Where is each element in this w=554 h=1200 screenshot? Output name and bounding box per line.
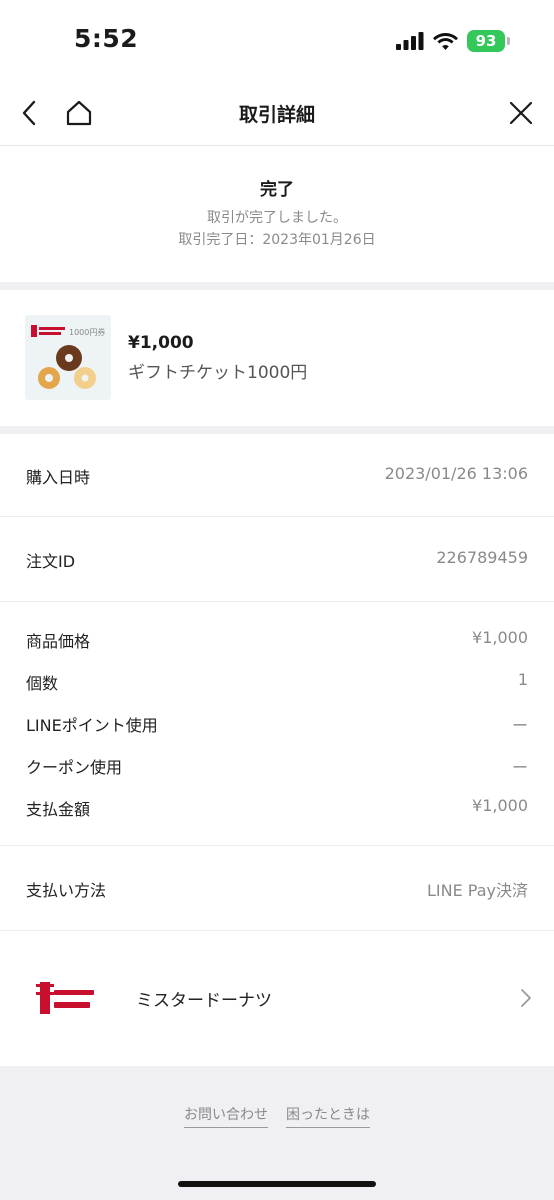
item-price-value: ¥1,000 — [472, 628, 528, 647]
mister-donut-logo — [36, 982, 94, 1014]
product-name: ギフトチケット1000円 — [128, 363, 308, 383]
row-value: 226789459 — [436, 548, 528, 567]
item-price-label: 商品価格 — [26, 632, 91, 651]
row-label: 支払い方法 — [26, 881, 107, 900]
footer-links: お問い合わせ 困ったときは — [0, 1104, 554, 1128]
line-points-label: LINEポイント使用 — [26, 716, 158, 735]
total-value: ¥1,000 — [472, 796, 528, 815]
status-icons: 93 — [396, 28, 510, 54]
store-name: ミスタードーナツ — [136, 991, 272, 1011]
contact-link[interactable]: お問い合わせ — [184, 1104, 268, 1128]
close-button[interactable] — [504, 96, 538, 130]
order-id-row: 注文ID 226789459 — [0, 517, 554, 601]
footer: お問い合わせ 困ったときは — [0, 1066, 554, 1200]
coupon-label: クーポン使用 — [26, 758, 123, 777]
battery-indicator: 93 — [467, 30, 505, 52]
row-label: 注文ID — [26, 552, 76, 571]
section-gap — [0, 282, 554, 290]
donut-image — [38, 345, 96, 389]
product-thumbnail: 1000円券 — [25, 315, 111, 400]
status-bar: 5:52 93 — [0, 0, 554, 80]
battery-tip — [507, 37, 510, 45]
coupon-value: ー — [511, 758, 528, 777]
page-title: 取引詳細 — [238, 104, 315, 126]
navigation-header: 取引詳細 — [0, 80, 554, 146]
section-gap — [0, 426, 554, 434]
status-message: 取引が完了しました。 — [207, 210, 347, 226]
product-card: 1000円券 ¥1,000 ギフトチケット1000円 — [0, 290, 554, 426]
purchase-datetime-row: 購入日時 2023/01/26 13:06 — [0, 434, 554, 516]
product-price: ¥1,000 — [128, 333, 194, 353]
quantity-value: 1 — [517, 670, 528, 689]
home-indicator — [178, 1181, 376, 1187]
status-heading: 完了 — [260, 180, 294, 200]
row-label: 購入日時 — [26, 468, 91, 487]
help-link[interactable]: 困ったときは — [286, 1104, 370, 1128]
close-icon — [509, 101, 533, 125]
total-label: 支払金額 — [26, 800, 91, 819]
completion-date: 取引完了日：2023年01月26日 — [178, 232, 376, 248]
row-value: LINE Pay決済 — [426, 881, 528, 900]
transaction-status: 完了 取引が完了しました。 取引完了日：2023年01月26日 — [0, 147, 554, 282]
divider — [0, 930, 554, 931]
signal-icon — [396, 32, 424, 50]
row-value: 2023/01/26 13:06 — [384, 464, 528, 483]
wifi-icon — [433, 33, 458, 50]
status-time: 5:52 — [74, 24, 139, 53]
quantity-label: 個数 — [26, 674, 59, 693]
chevron-right-icon — [521, 989, 531, 1007]
price-breakdown: 商品価格 ¥1,000 個数 1 LINEポイント使用 ー クーポン使用 ー 支… — [0, 602, 554, 845]
store-link[interactable]: ミスタードーナツ — [0, 932, 554, 1066]
payment-method-row: 支払い方法 LINE Pay決済 — [0, 846, 554, 930]
line-points-value: ー — [511, 716, 528, 735]
